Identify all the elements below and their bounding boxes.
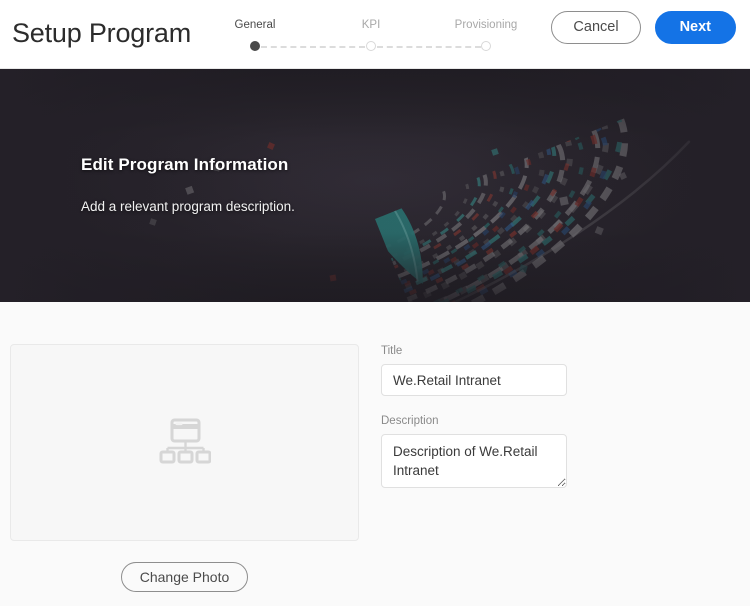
program-form: Title Description Description of We.Reta… xyxy=(381,344,567,493)
hero-title: Edit Program Information xyxy=(81,155,289,174)
photo-column: Change Photo xyxy=(10,344,359,592)
title-field-group: Title xyxy=(381,344,567,396)
stepper-labels: General KPI Provisioning xyxy=(232,18,522,34)
page-title: Setup Program xyxy=(12,17,191,48)
cancel-button[interactable]: Cancel xyxy=(551,11,641,44)
change-photo-row: Change Photo xyxy=(10,562,359,592)
sitemap-icon xyxy=(159,418,211,463)
change-photo-button[interactable]: Change Photo xyxy=(120,562,249,592)
header-actions: Cancel Next xyxy=(551,11,736,44)
step-label-general[interactable]: General xyxy=(235,18,276,32)
next-button[interactable]: Next xyxy=(654,11,736,44)
title-input[interactable] xyxy=(381,364,567,396)
step-label-provisioning[interactable]: Provisioning xyxy=(455,18,518,32)
title-label: Title xyxy=(381,345,403,357)
stepper-connector-2 xyxy=(377,46,481,48)
setup-program-page: Setup Program General KPI Provisioning C… xyxy=(0,0,750,606)
stepper-connector-1 xyxy=(261,46,365,48)
program-photo-placeholder[interactable] xyxy=(10,344,359,541)
wizard-stepper: General KPI Provisioning xyxy=(232,18,522,54)
step-dot-provisioning[interactable] xyxy=(481,41,491,51)
description-field-group: Description Description of We.Retail Int… xyxy=(381,414,567,493)
main-content: Change Photo Title Description Descripti… xyxy=(0,302,750,605)
hero-subtitle: Add a relevant program description. xyxy=(81,199,295,214)
app-header: Setup Program General KPI Provisioning C… xyxy=(0,0,750,69)
hero-banner: Edit Program Information Add a relevant … xyxy=(0,69,750,302)
stepper-track xyxy=(232,41,522,53)
description-textarea[interactable]: Description of We.Retail Intranet xyxy=(381,434,567,488)
hero-copy: Edit Program Information Add a relevant … xyxy=(81,155,295,214)
step-dot-kpi[interactable] xyxy=(366,41,376,51)
description-label: Description xyxy=(381,415,439,427)
step-dot-general[interactable] xyxy=(250,41,260,51)
step-label-kpi[interactable]: KPI xyxy=(362,18,381,32)
